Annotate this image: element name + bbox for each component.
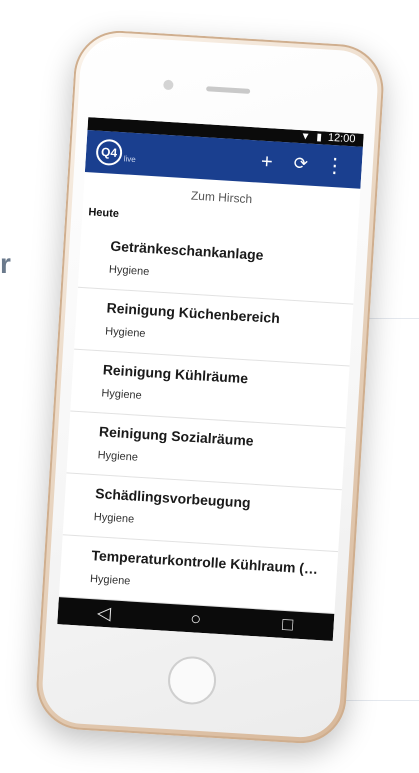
task-category: Hygiene xyxy=(89,572,131,587)
battery-icon: ▮ xyxy=(315,131,322,143)
app-logo: Q4 xyxy=(94,137,123,166)
background-divider xyxy=(340,700,419,701)
task-category: Hygiene xyxy=(108,262,150,278)
task-category: Hygiene xyxy=(96,448,138,463)
app-screen: ▼ ▮ 12:00 Q4 live + ⟳ ⋮ Zum Hirsch Heute… xyxy=(56,116,364,641)
task-title: Schädlingsvorbeugung xyxy=(94,484,251,510)
background-partial-text: r xyxy=(0,248,11,279)
home-icon[interactable]: ○ xyxy=(175,607,216,630)
task-category: Hygiene xyxy=(104,324,146,339)
logo-subtext: live xyxy=(122,153,136,164)
task-list: Getränkeschankanlage Hygiene Reinigung K… xyxy=(58,224,357,614)
task-title: Getränkeschankanlage xyxy=(109,236,264,263)
status-time: 12:00 xyxy=(327,131,356,146)
task-title: Reinigung Küchenbereich xyxy=(105,298,280,326)
recents-icon[interactable]: □ xyxy=(267,612,308,635)
camera-icon xyxy=(162,79,174,90)
task-title: Reinigung Kühlräume xyxy=(101,360,249,386)
home-button[interactable] xyxy=(166,654,217,706)
phone-mockup: ▼ ▮ 12:00 Q4 live + ⟳ ⋮ Zum Hirsch Heute… xyxy=(33,27,386,746)
speaker-grille xyxy=(205,85,250,94)
task-title: Temperaturkontrolle Kühlraum (ma... xyxy=(90,546,328,577)
logo-text: Q4 xyxy=(100,143,118,159)
sync-icon[interactable]: ⟳ xyxy=(282,141,319,185)
wifi-icon: ▼ xyxy=(299,130,311,142)
task-category: Hygiene xyxy=(100,386,142,401)
overflow-menu-icon[interactable]: ⋮ xyxy=(316,143,353,187)
add-icon[interactable]: + xyxy=(248,139,285,183)
back-icon[interactable]: ◁ xyxy=(83,601,124,624)
task-title: Reinigung Sozialräume xyxy=(98,422,254,448)
task-category: Hygiene xyxy=(93,510,135,525)
